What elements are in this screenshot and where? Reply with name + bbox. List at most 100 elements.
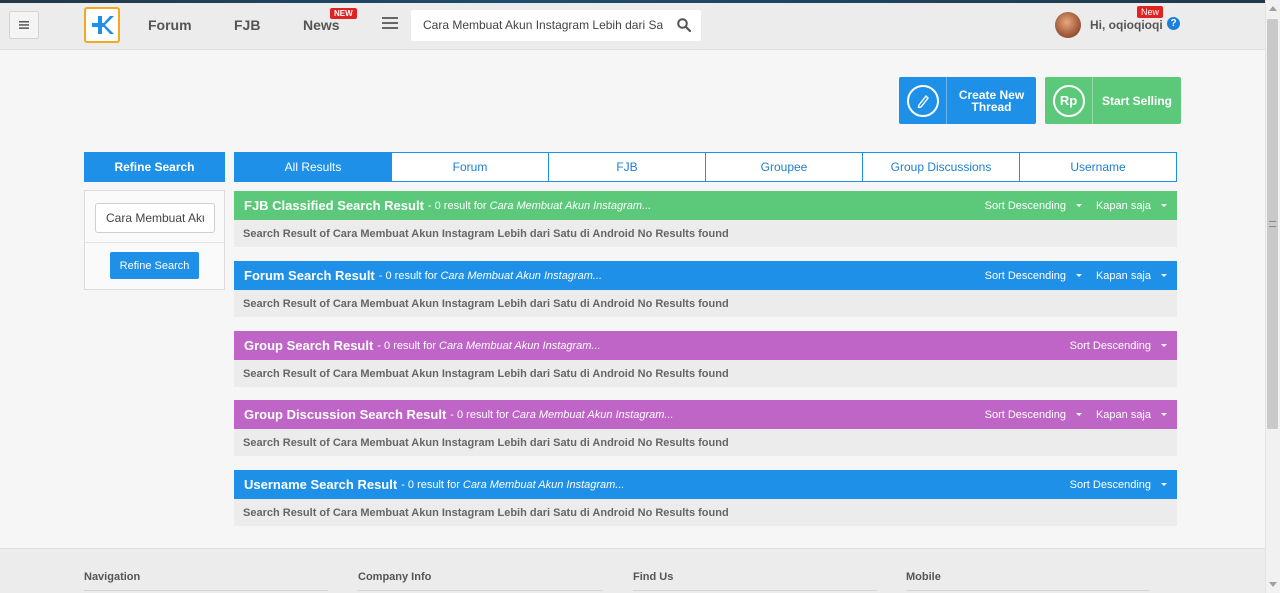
sort-dropdown[interactable]: Sort Descending	[985, 200, 1082, 212]
result-header: Forum Search Result - 0 result for Cara …	[234, 261, 1177, 290]
tab-groupee[interactable]: Groupee	[706, 152, 863, 182]
create-new-thread-button[interactable]: Create New Thread	[899, 77, 1036, 124]
result-title: Group Search Result	[244, 338, 374, 353]
result-count: - 0 result for	[450, 408, 509, 421]
footer-heading-mobile: Mobile	[906, 571, 941, 583]
start-selling-label: Start Selling	[1101, 93, 1172, 108]
time-filter-dropdown[interactable]: Kapan saja	[1096, 200, 1167, 212]
divider	[84, 590, 328, 591]
sort-dropdown[interactable]: Sort Descending	[1070, 340, 1167, 352]
result-query: Cara Membuat Akun Instagram...	[462, 478, 625, 491]
start-selling-button[interactable]: Rp Start Selling	[1045, 77, 1181, 124]
footer-heading-company-info: Company Info	[358, 571, 432, 583]
news-new-badge: NEW	[330, 8, 357, 19]
result-header: Group Discussion Search Result - 0 resul…	[234, 400, 1177, 429]
pencil-icon	[906, 84, 939, 117]
time-filter-label: Kapan saja	[1095, 269, 1151, 282]
sort-label: Sort Descending	[1069, 478, 1151, 491]
username-result-section: Username Search Result - 0 result for Ca…	[234, 470, 1177, 526]
rupiah-icon: Rp	[1052, 84, 1085, 117]
fjb-result-section: FJB Classified Search Result - 0 result …	[234, 191, 1177, 247]
sidebar-menu-button[interactable]	[9, 11, 39, 39]
help-icon[interactable]: ?	[1167, 17, 1180, 30]
group-result-section: Group Search Result - 0 result for Cara …	[234, 331, 1177, 387]
user-greeting[interactable]: Hi, oqioqioqi	[1090, 18, 1163, 32]
result-body: Search Result of Cara Membuat Akun Insta…	[234, 429, 1177, 456]
chevron-down-icon	[1161, 483, 1167, 486]
divider	[358, 590, 602, 591]
result-count: - 0 result for	[377, 339, 436, 352]
result-title: FJB Classified Search Result	[244, 198, 424, 213]
top-accent-strip	[0, 0, 1280, 3]
kaskus-logo[interactable]	[84, 7, 120, 43]
tab-username[interactable]: Username	[1020, 152, 1177, 182]
scroll-down-arrow-icon[interactable]	[1269, 582, 1277, 587]
result-query: Cara Membuat Akun Instagram...	[489, 199, 652, 212]
refine-search-input[interactable]	[95, 203, 215, 233]
result-count: - 0 result for	[378, 269, 438, 282]
sort-label: Sort Descending	[1069, 339, 1151, 352]
chevron-down-icon	[1075, 274, 1082, 277]
refine-search-header: Refine Search	[84, 152, 225, 182]
tab-forum[interactable]: Forum	[392, 152, 549, 182]
tab-group-discussions[interactable]: Group Discussions	[863, 152, 1020, 182]
sort-dropdown[interactable]: Sort Descending	[985, 409, 1082, 421]
result-query: Cara Membuat Akun Instagram...	[511, 408, 674, 421]
forum-result-section: Forum Search Result - 0 result for Cara …	[234, 261, 1177, 317]
search-button[interactable]	[677, 18, 692, 35]
divider	[906, 590, 1150, 591]
group-discussion-result-section: Group Discussion Search Result - 0 resul…	[234, 400, 1177, 456]
result-query: Cara Membuat Akun Instagram...	[439, 339, 601, 352]
nav-fjb-link[interactable]: FJB	[234, 17, 260, 33]
result-title: Group Discussion Search Result	[244, 407, 447, 422]
user-avatar[interactable]	[1055, 12, 1081, 38]
sort-dropdown[interactable]: Sort Descending	[1070, 479, 1167, 491]
result-body: Search Result of Cara Membuat Akun Insta…	[234, 220, 1177, 247]
search-input[interactable]	[423, 18, 663, 32]
time-filter-label: Kapan saja	[1095, 199, 1151, 212]
sort-label: Sort Descending	[984, 269, 1066, 282]
hamburger-icon	[19, 21, 29, 29]
result-body: Search Result of Cara Membuat Akun Insta…	[234, 360, 1177, 387]
time-filter-dropdown[interactable]: Kapan saja	[1096, 409, 1167, 421]
top-navbar: Forum FJB News NEW Hi, oqioqioqi New ?	[0, 0, 1280, 50]
nav-news-link[interactable]: News	[303, 17, 340, 33]
divider	[633, 590, 877, 591]
result-header: FJB Classified Search Result - 0 result …	[234, 191, 1177, 220]
list-menu-icon	[382, 17, 398, 29]
user-new-badge: New	[1137, 6, 1164, 18]
chevron-down-icon	[1161, 274, 1167, 277]
search-icon	[677, 18, 692, 33]
result-count: - 0 result for	[427, 199, 487, 212]
result-title: Forum Search Result	[244, 268, 375, 283]
chevron-down-icon	[1161, 204, 1167, 207]
footer-heading-find-us: Find Us	[633, 571, 674, 583]
rupiah-icon-wrap: Rp	[1045, 77, 1093, 124]
result-tabs: All Results Forum FJB Groupee Group Disc…	[234, 152, 1177, 182]
tab-all-results[interactable]: All Results	[234, 152, 392, 182]
result-body: Search Result of Cara Membuat Akun Insta…	[234, 290, 1177, 317]
category-menu-button[interactable]	[382, 16, 398, 33]
time-filter-dropdown[interactable]: Kapan saja	[1096, 270, 1167, 282]
nav-forum-link[interactable]: Forum	[148, 17, 192, 33]
search-box	[411, 10, 701, 41]
result-count: - 0 result for	[401, 478, 460, 491]
create-thread-label: Create New Thread	[958, 87, 1025, 114]
chevron-down-icon	[1075, 413, 1082, 416]
result-header: Group Search Result - 0 result for Cara …	[234, 331, 1177, 360]
footer-heading-navigation: Navigation	[84, 571, 141, 583]
result-title: Username Search Result	[244, 477, 398, 492]
pencil-icon-wrap	[899, 77, 947, 124]
refine-search-panel: Refine Search	[84, 190, 225, 290]
result-query: Cara Membuat Akun Instagram...	[440, 269, 603, 282]
sort-dropdown[interactable]: Sort Descending	[985, 270, 1082, 282]
time-filter-label: Kapan saja	[1095, 408, 1151, 421]
result-header: Username Search Result - 0 result for Ca…	[234, 470, 1177, 499]
tab-fjb[interactable]: FJB	[549, 152, 706, 182]
sort-label: Sort Descending	[984, 199, 1066, 212]
refine-search-button[interactable]: Refine Search	[110, 252, 199, 279]
result-body: Search Result of Cara Membuat Akun Insta…	[234, 499, 1177, 526]
scroll-up-arrow-icon[interactable]	[1269, 6, 1277, 11]
footer: Navigation Company Info Find Us Mobile	[0, 548, 1265, 593]
sort-label: Sort Descending	[984, 408, 1066, 421]
